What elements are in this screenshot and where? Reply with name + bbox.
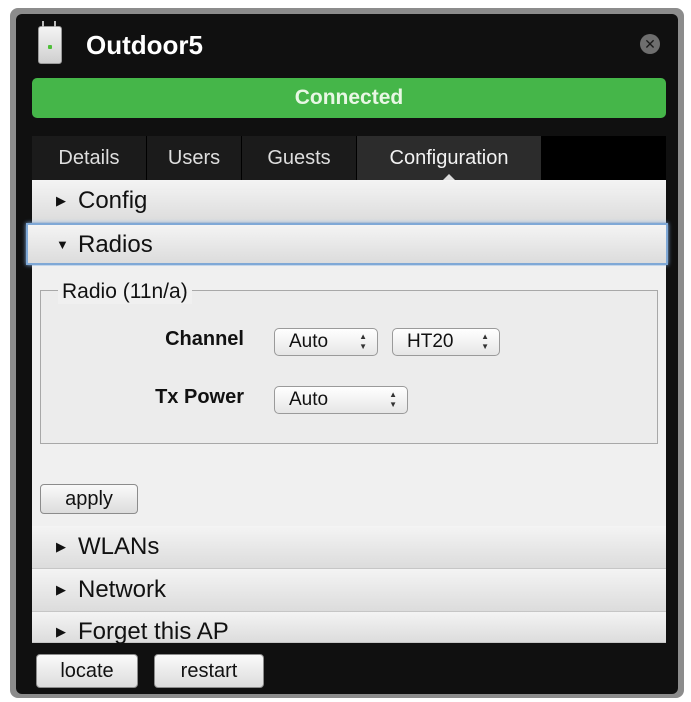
tab-users[interactable]: Users xyxy=(147,136,242,180)
ap-panel: Outdoor5 ✕ Connected Details Users Guest… xyxy=(16,14,678,694)
channel-width-value: HT20 xyxy=(407,331,454,352)
section-network-header[interactable]: ▶ Network xyxy=(32,569,666,612)
section-label: Network xyxy=(78,576,167,603)
channel-select[interactable]: Auto ▲ ▼ xyxy=(274,328,378,356)
tx-power-select[interactable]: Auto ▲ ▼ xyxy=(274,386,408,414)
configuration-content: ▶ Config ▼ Radios Radio (11n/a) Channel … xyxy=(26,180,668,645)
connection-status: Connected xyxy=(32,78,666,118)
radios-panel: Radio (11n/a) Channel Auto ▲ ▼ HT20 ▲ ▼ Tx… xyxy=(32,266,666,536)
section-wlans-header[interactable]: ▶ WLANs xyxy=(32,526,666,569)
tx-power-value: Auto xyxy=(289,389,329,410)
antenna-right xyxy=(54,21,56,27)
status-led xyxy=(48,45,52,49)
close-icon[interactable]: ✕ xyxy=(640,34,660,54)
section-label: Config xyxy=(78,187,148,214)
title-bar: Outdoor5 ✕ xyxy=(16,14,678,80)
channel-value: Auto xyxy=(289,331,329,352)
channel-width-select[interactable]: HT20 ▲ ▼ xyxy=(392,328,500,356)
updown-icon: ▲ ▼ xyxy=(359,332,367,351)
locate-button[interactable]: locate xyxy=(36,654,138,688)
restart-button[interactable]: restart xyxy=(154,654,264,688)
section-config-header[interactable]: ▶ Config xyxy=(32,180,666,223)
tab-guests[interactable]: Guests xyxy=(242,136,357,180)
radio-legend: Radio (11n/a) xyxy=(58,280,192,304)
updown-icon: ▲ ▼ xyxy=(389,390,397,409)
updown-icon: ▲ ▼ xyxy=(481,332,489,351)
section-label: Radios xyxy=(78,231,153,258)
tab-bar: Details Users Guests Configuration xyxy=(32,136,666,180)
section-forget-header[interactable]: ▶ Forget this AP xyxy=(32,612,666,645)
chevron-down-icon: ▼ xyxy=(56,237,69,252)
section-label: WLANs xyxy=(78,533,160,560)
apply-button[interactable]: apply xyxy=(40,484,138,514)
tx-power-label: Tx Power xyxy=(155,386,244,408)
chevron-right-icon: ▶ xyxy=(56,193,66,208)
tab-configuration[interactable]: Configuration xyxy=(357,136,542,180)
section-label: Forget this AP xyxy=(78,618,229,645)
chevron-right-icon: ▶ xyxy=(56,539,66,554)
chevron-right-icon: ▶ xyxy=(56,624,66,639)
window-title: Outdoor5 xyxy=(86,30,203,60)
antenna-left xyxy=(42,21,44,27)
radio-fieldset xyxy=(40,290,658,444)
access-point-icon xyxy=(38,21,62,64)
section-radios-header[interactable]: ▼ Radios xyxy=(26,223,668,265)
channel-label: Channel xyxy=(165,328,244,350)
tab-details[interactable]: Details xyxy=(32,136,147,180)
chevron-right-icon: ▶ xyxy=(56,582,66,597)
